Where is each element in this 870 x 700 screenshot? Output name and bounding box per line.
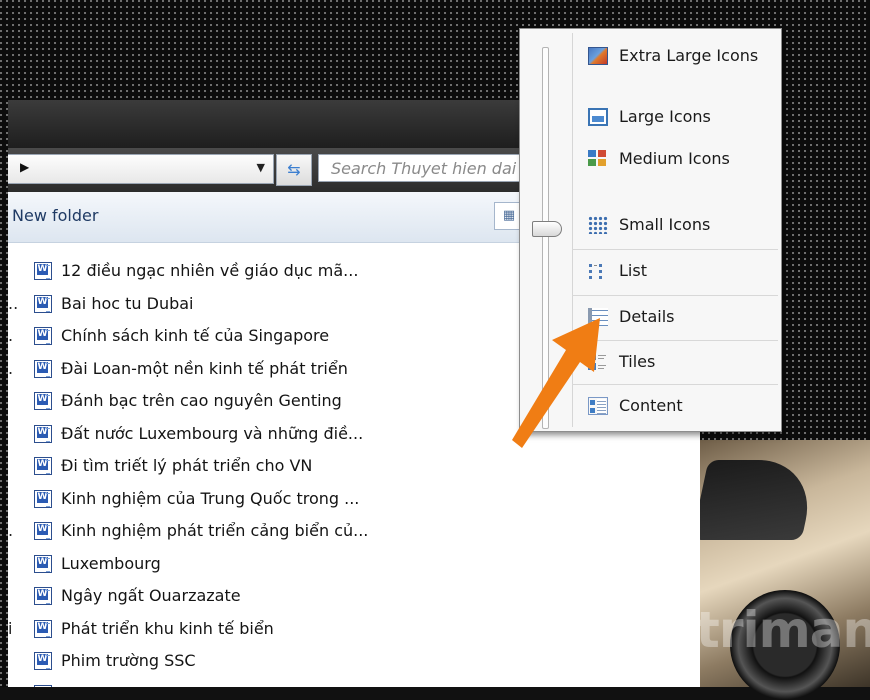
large-icons-icon — [588, 108, 608, 126]
file-row[interactable]: Đi tìm triết lý phát triển cho VN — [8, 451, 700, 481]
menu-item-list[interactable]: List — [572, 251, 778, 291]
word-document-icon — [34, 327, 52, 345]
medium-icons-icon — [588, 150, 608, 168]
file-name: Đất nước Luxembourg và những điề... — [61, 423, 364, 443]
menu-item-label: Small Icons — [619, 215, 711, 234]
row-marker: . — [8, 521, 14, 540]
word-document-icon — [34, 522, 52, 540]
file-name: Phim trường SSC — [61, 651, 196, 670]
file-name: Phát triển khu kinh tế biển — [61, 618, 274, 638]
word-document-icon — [34, 424, 52, 443]
file-name: Bai hoc tu Dubai — [61, 293, 194, 313]
menu-item-label: Details — [619, 307, 675, 326]
file-name: Chính sách kinh tế của Singapore — [61, 326, 330, 345]
arrow-shape — [512, 318, 600, 448]
file-name: Đài Loan-một nền kinh tế phát triển — [61, 358, 348, 378]
row-marker: i — [8, 618, 13, 638]
row-marker: . — [8, 358, 14, 378]
menu-item-label: Content — [619, 396, 683, 415]
watermark-q-icon — [530, 601, 590, 661]
small-icons-icon — [588, 216, 608, 234]
menu-item-label: Medium Icons — [619, 149, 730, 168]
view-slider-thumb[interactable] — [532, 221, 562, 237]
word-document-icon — [34, 619, 52, 638]
menu-separator — [572, 249, 778, 250]
word-document-icon — [34, 294, 52, 313]
list-icon — [588, 262, 608, 280]
word-document-icon — [34, 392, 52, 410]
file-name: Ngây ngất Ouarzazate — [61, 586, 241, 605]
address-input[interactable]: ▶ ▼ — [8, 154, 274, 184]
word-document-icon — [34, 554, 52, 573]
file-row[interactable]: Su phat trien thep ly cua NB — [8, 679, 700, 688]
file-name: Luxembourg — [61, 553, 161, 573]
car-window — [691, 460, 819, 540]
file-name: 12 điều ngạc nhiên về giáo dục mã... — [61, 261, 359, 280]
refresh-button[interactable]: ⇆ — [276, 154, 312, 186]
new-folder-button[interactable]: New folder — [12, 206, 98, 225]
watermark-text: uantrimang — [594, 601, 870, 659]
extra-large-icons-icon — [588, 47, 608, 65]
menu-item-large-icons[interactable]: Large Icons — [572, 97, 778, 137]
word-document-icon — [34, 587, 52, 605]
file-name: Đánh bạc trên cao nguyên Genting — [61, 391, 342, 410]
file-row[interactable]: Luxembourg — [8, 549, 700, 579]
menu-separator — [572, 295, 778, 296]
word-document-icon — [34, 489, 52, 508]
file-name: Đi tìm triết lý phát triển cho VN — [61, 456, 313, 475]
pointer-arrow-annotation — [512, 318, 600, 448]
menu-item-label: Large Icons — [619, 107, 711, 126]
menu-item-small-icons[interactable]: Small Icons — [572, 205, 778, 245]
file-name: Kinh nghiệm của Trung Quốc trong ... — [61, 488, 360, 508]
row-marker: .. — [8, 293, 19, 313]
file-name: Su phat trien thep ly cua NB — [61, 679, 287, 688]
watermark-logo: uantrimang — [530, 595, 870, 665]
file-row[interactable]: Kinh nghiệm của Trung Quốc trong ... — [8, 484, 700, 514]
word-document-icon — [34, 359, 52, 378]
word-document-icon — [34, 262, 52, 280]
menu-item-extra-large-icons[interactable]: Extra Large Icons — [572, 36, 778, 76]
menu-item-label: List — [619, 261, 647, 280]
word-document-icon — [34, 457, 52, 475]
menu-item-label: Extra Large Icons — [619, 46, 759, 65]
chevron-down-icon[interactable]: ▼ — [257, 161, 265, 174]
breadcrumb-arrow-icon[interactable]: ▶ — [20, 160, 29, 174]
menu-item-label: Tiles — [619, 352, 656, 371]
file-row[interactable]: . Kinh nghiệm phát triển cảng biển củ... — [8, 516, 700, 546]
menu-item-medium-icons[interactable]: Medium Icons — [572, 139, 778, 179]
word-document-icon — [34, 652, 52, 670]
row-marker: . — [8, 326, 14, 345]
file-name: Kinh nghiệm phát triển cảng biển củ... — [61, 521, 369, 540]
